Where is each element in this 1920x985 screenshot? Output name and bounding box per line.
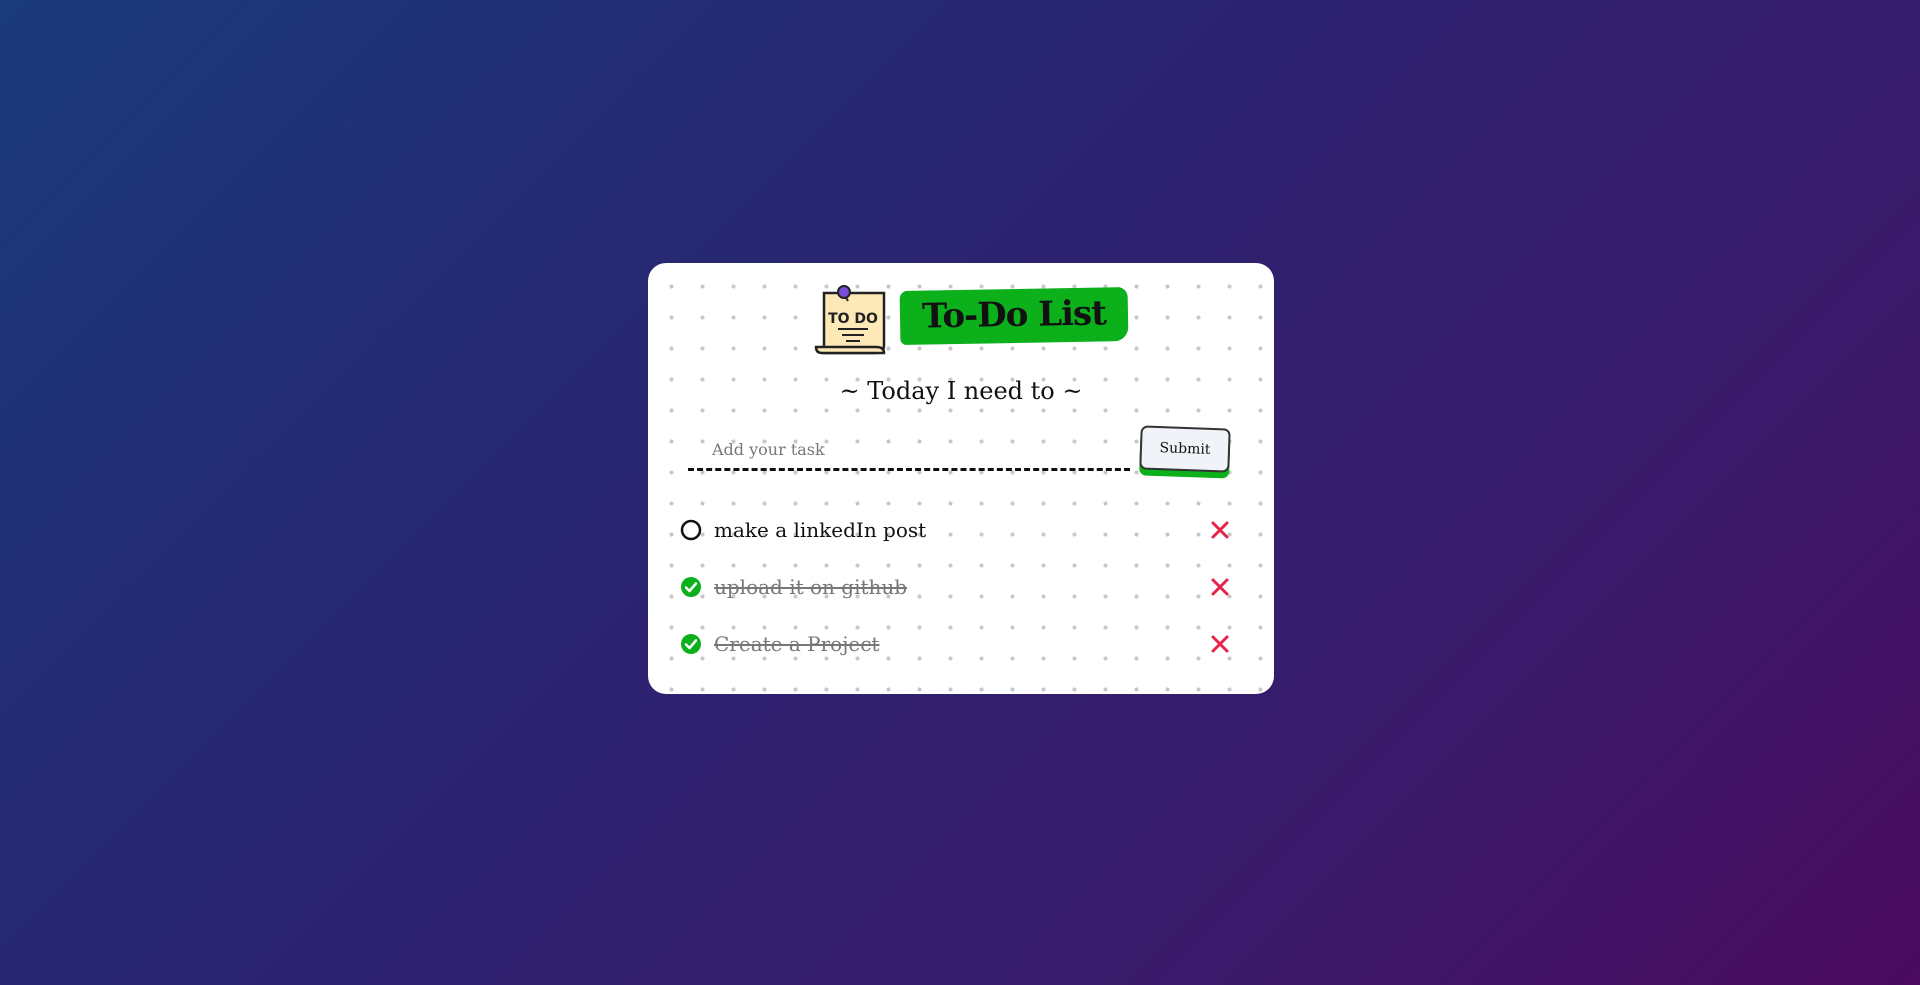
delete-icon[interactable] bbox=[1210, 634, 1230, 654]
task-text: upload it on github bbox=[714, 574, 908, 599]
task-item: upload it on github bbox=[680, 558, 1240, 615]
delete-icon[interactable] bbox=[1210, 520, 1230, 540]
task-input-row: Submit bbox=[688, 425, 1231, 483]
task-item: Create a Project bbox=[680, 615, 1240, 672]
task-item: make a linkedIn post bbox=[680, 501, 1240, 558]
svg-text:TO DO: TO DO bbox=[828, 311, 878, 327]
task-input[interactable] bbox=[688, 431, 1130, 471]
unchecked-circle-icon[interactable] bbox=[680, 519, 702, 541]
task-text: Create a Project bbox=[714, 631, 880, 656]
task-text: make a linkedIn post bbox=[714, 517, 927, 542]
checked-circle-icon[interactable] bbox=[680, 576, 702, 598]
todo-card: TO DO To-Do List ~ Today I need to ~ Sub… bbox=[648, 263, 1274, 694]
todo-note-icon: TO DO bbox=[814, 285, 886, 355]
submit-button[interactable]: Submit bbox=[1139, 425, 1231, 473]
subtitle: ~ Today I need to ~ bbox=[839, 377, 1083, 405]
checked-circle-icon[interactable] bbox=[680, 633, 702, 655]
delete-icon[interactable] bbox=[1210, 577, 1230, 597]
app-title: To-Do List bbox=[921, 293, 1107, 337]
header: TO DO To-Do List bbox=[814, 285, 1129, 357]
task-list: make a linkedIn post upload it on github… bbox=[680, 501, 1240, 672]
title-badge: To-Do List bbox=[899, 287, 1129, 345]
